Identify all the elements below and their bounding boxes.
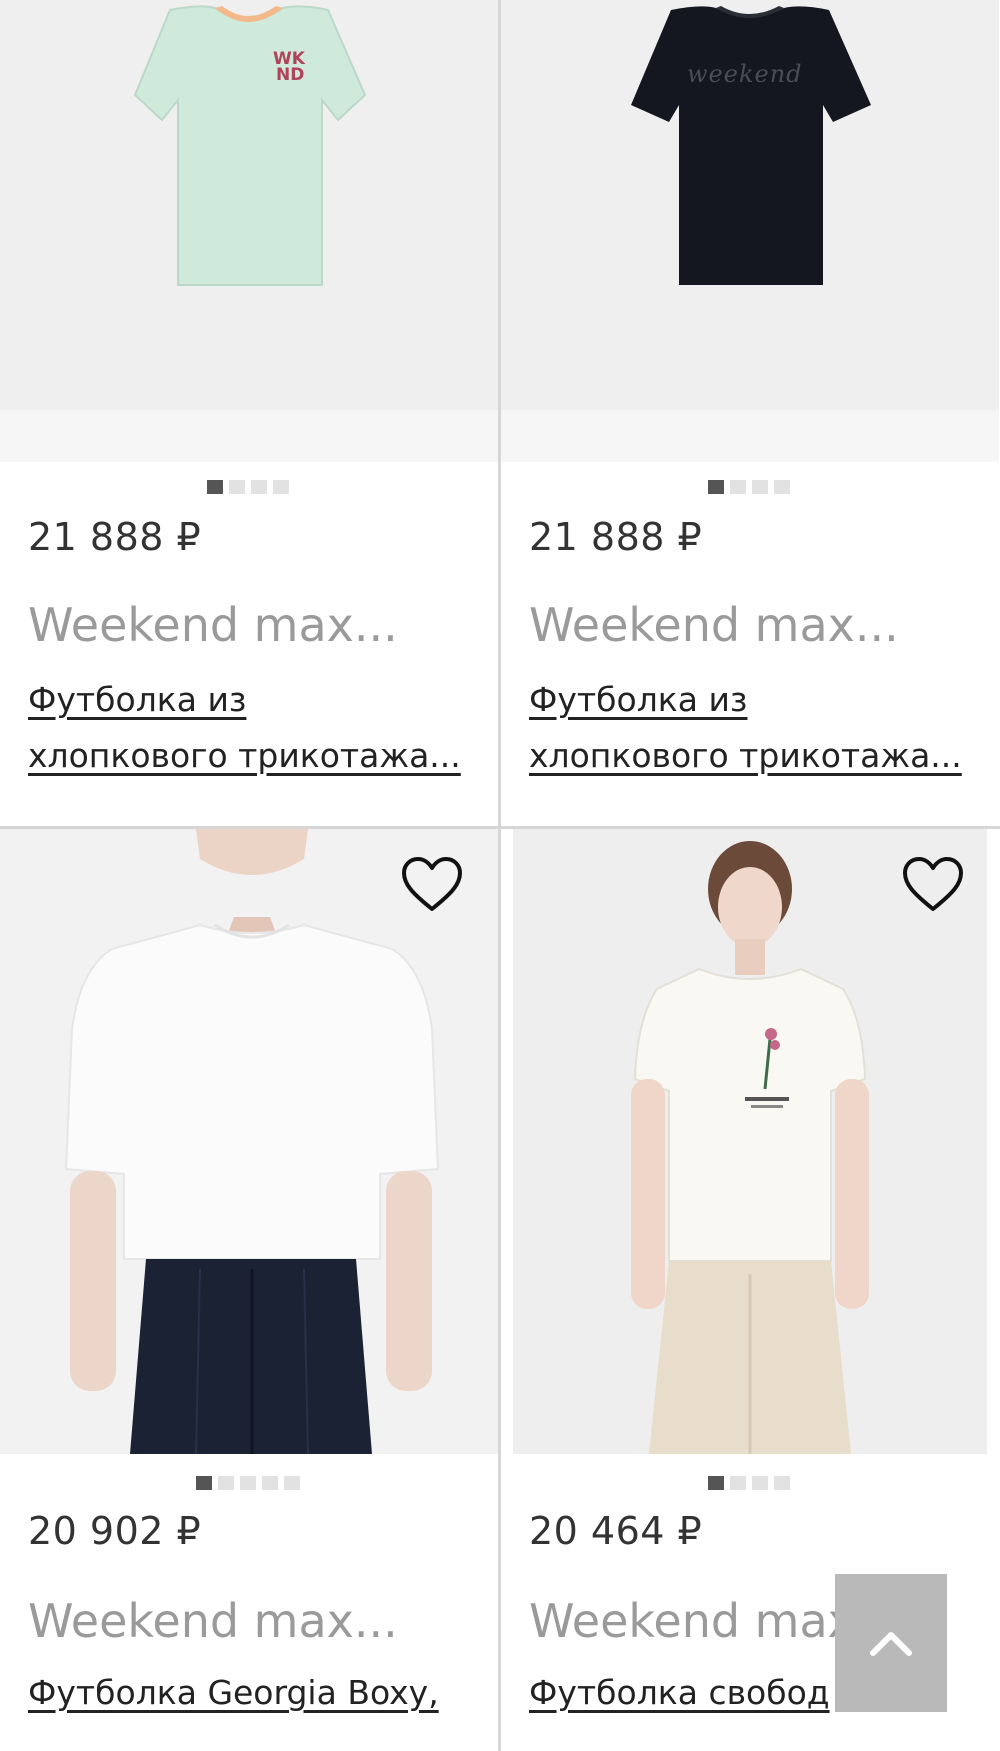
title-line: Футболка Georgia Boxy,	[28, 1673, 439, 1712]
title-line: Футболка свобод	[529, 1673, 830, 1712]
product-title-link[interactable]: Футболка из хлопкового трикотажа...	[529, 672, 979, 784]
pagination-dot[interactable]	[251, 480, 267, 494]
product-price: 21 888 ₽	[28, 515, 202, 559]
pagination-dot[interactable]	[273, 480, 289, 494]
model-white-tshirt-image	[0, 829, 498, 1454]
pagination-dot[interactable]	[262, 1476, 278, 1490]
svg-text:ND: ND	[276, 65, 304, 85]
product-brand: Weekend max...	[28, 1594, 398, 1648]
product-price: 21 888 ₽	[529, 515, 703, 559]
product-card[interactable]: weekend 21 888 ₽ Weekend max... Футболка…	[501, 0, 999, 826]
product-title-link[interactable]: Футболка Georgia Boxy,	[28, 1665, 478, 1721]
product-brand: Weekend max...	[529, 598, 899, 652]
product-grid: WK ND 21 888 ₽ Weekend max... Футболка и…	[0, 0, 1000, 1751]
product-title-link[interactable]: Футболка из хлопкового трикотажа...	[28, 672, 478, 784]
product-card[interactable]: 20 902 ₽ Weekend max... Футболка Georgia…	[0, 829, 498, 1751]
title-line: хлопкового трикотажа...	[28, 736, 461, 775]
product-image[interactable]: weekend	[501, 0, 999, 462]
pagination-dot[interactable]	[774, 1476, 790, 1490]
pagination-dot[interactable]	[708, 1476, 724, 1490]
product-brand: Weekend max...	[28, 598, 398, 652]
chevron-up-icon	[870, 1632, 912, 1656]
pagination-dot[interactable]	[730, 480, 746, 494]
pagination-dot[interactable]	[774, 480, 790, 494]
pagination-dot[interactable]	[240, 1476, 256, 1490]
product-price: 20 464 ₽	[529, 1509, 703, 1553]
image-pagination[interactable]	[196, 1476, 300, 1490]
title-line: хлопкового трикотажа...	[529, 736, 962, 775]
title-line: Футболка из	[28, 680, 247, 719]
product-image[interactable]	[0, 829, 498, 1454]
black-tshirt-image: weekend	[501, 0, 999, 410]
title-line: Футболка из	[529, 680, 748, 719]
image-pagination[interactable]	[708, 1476, 790, 1490]
image-bottom-band	[501, 410, 999, 462]
image-pagination[interactable]	[708, 480, 790, 494]
model-flower-tshirt-image	[513, 829, 987, 1454]
pagination-dot[interactable]	[730, 1476, 746, 1490]
pagination-dot[interactable]	[229, 480, 245, 494]
pagination-dot[interactable]	[752, 480, 768, 494]
image-pagination[interactable]	[207, 480, 289, 494]
product-image[interactable]: WK ND	[0, 0, 498, 462]
product-price: 20 902 ₽	[28, 1509, 202, 1553]
heart-icon[interactable]	[400, 855, 464, 915]
image-bottom-band	[0, 410, 498, 462]
mint-tshirt-image: WK ND	[0, 0, 498, 410]
scroll-to-top-button[interactable]	[835, 1574, 947, 1712]
pagination-dot[interactable]	[218, 1476, 234, 1490]
pagination-dot[interactable]	[752, 1476, 768, 1490]
pagination-dot[interactable]	[196, 1476, 212, 1490]
heart-icon[interactable]	[901, 855, 965, 915]
pagination-dot[interactable]	[207, 480, 223, 494]
product-image[interactable]	[513, 829, 987, 1454]
pagination-dot[interactable]	[708, 480, 724, 494]
product-card[interactable]: WK ND 21 888 ₽ Weekend max... Футболка и…	[0, 0, 498, 826]
pagination-dot[interactable]	[284, 1476, 300, 1490]
svg-text:weekend: weekend	[687, 60, 803, 88]
